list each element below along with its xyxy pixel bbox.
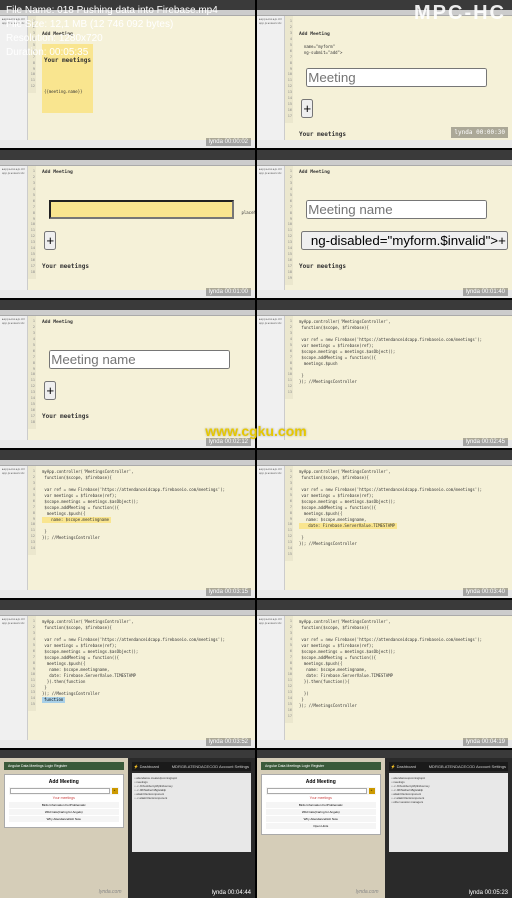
code-content: myApp.controller('MeetingsController', f… bbox=[289, 619, 508, 709]
code-content: Add Meeting ng-disabled="myform.$invalid… bbox=[289, 169, 508, 290]
file-tree[interactable]: ▸app ▸css ▸js ctrl app.js ▸views idx bbox=[0, 616, 28, 740]
timestamp-label: lynda 00:01:40 bbox=[463, 288, 508, 296]
file-info: File Name: 018 Pushing data into Firebas… bbox=[6, 4, 218, 60]
meeting-item: Why AttendanceDoIt Now bbox=[266, 816, 376, 822]
line-gutter: 1 2 3 4 5 6 7 8 9 10 11 12 13 14 15 16 1… bbox=[28, 166, 36, 279]
card-title: Add Meeting bbox=[266, 779, 376, 785]
editor-titlebar bbox=[257, 150, 512, 160]
dashboard-data-row: • other session managers bbox=[392, 800, 506, 804]
editor-titlebar bbox=[0, 600, 255, 610]
player-logo: MPC-HC bbox=[414, 2, 506, 25]
meeting-item: Birds Information ForProblematic bbox=[9, 802, 119, 808]
dashboard-header: ⚡ DashboardMDRGB.ATENDACECOD Account Set… bbox=[389, 762, 509, 771]
file-tree[interactable]: ▸app ▸css ▸js ctrl app.js ▸views idx bbox=[257, 466, 285, 590]
file-tree[interactable]: ▸app ▸css ▸js ctrl app.js ▸views idx bbox=[257, 616, 285, 740]
editor-titlebar bbox=[257, 300, 512, 310]
thumbnail-8[interactable]: ▸app ▸css ▸js ctrl app.js ▸views idx1 2 … bbox=[257, 450, 512, 598]
timestamp-label: lynda 00:04:44 bbox=[212, 890, 251, 896]
code-editor[interactable]: 1 2 3 4 5 6 7 8 9 10 11 12 13 14 15 myAp… bbox=[28, 616, 255, 740]
line-gutter: 1 2 3 4 5 6 7 8 9 10 11 12 13 14 15 16 1… bbox=[28, 316, 36, 429]
editor-titlebar bbox=[257, 450, 512, 460]
meeting-item: Birds Information ForProblematic bbox=[266, 802, 376, 808]
browser-titlebar bbox=[257, 750, 512, 758]
code-content: Add Meeting + Your meetings bbox=[32, 319, 251, 439]
meeting-item: Open Hints bbox=[266, 823, 376, 829]
file-tree[interactable]: ▸app ▸css ▸js ctrl app.js ▸views idx bbox=[0, 466, 28, 590]
editor-titlebar bbox=[0, 450, 255, 460]
thumbnail-6[interactable]: ▸app ▸css ▸js ctrl app.js ▸views idx1 2 … bbox=[257, 300, 512, 448]
file-tree[interactable]: ▸app ▸css ▸js ctrl app.js ▸views idx bbox=[0, 166, 28, 290]
thumbnail-10[interactable]: ▸app ▸css ▸js ctrl app.js ▸views idx1 2 … bbox=[257, 600, 512, 748]
code-content: myApp.controller('MeetingsController', f… bbox=[289, 469, 508, 547]
code-editor[interactable]: 1 2 3 4 5 6 7 8 9 10 11 12 13 14 15 16 1… bbox=[285, 166, 512, 290]
code-editor[interactable]: 1 2 3 4 5 6 7 8 9 10 11 12 13 14 15 myAp… bbox=[285, 466, 512, 590]
thumbnail-7[interactable]: ▸app ▸css ▸js ctrl app.js ▸views idx1 2 … bbox=[0, 450, 255, 598]
editor-titlebar bbox=[0, 150, 255, 160]
file-tree[interactable]: ▸app ▸css ▸js ctrl app.js ▸views idx bbox=[257, 166, 285, 290]
meeting-card: Add Meeting +Your meetings Birds Informati… bbox=[4, 774, 124, 828]
editor-titlebar bbox=[0, 300, 255, 310]
meeting-item: Wild Cats(Caring for Angels) bbox=[9, 809, 119, 815]
code-editor[interactable]: 1 2 3 4 5 6 7 8 9 10 11 12 13 14 15 16 1… bbox=[28, 316, 255, 440]
timestamp-label: lynda 00:04:19 bbox=[463, 738, 508, 746]
thumbnail-9[interactable]: ▸app ▸css ▸js ctrl app.js ▸views idx1 2 … bbox=[0, 600, 255, 748]
add-meeting-form[interactable]: + bbox=[266, 787, 376, 795]
timestamp-label: lynda 00:00:30 bbox=[451, 127, 508, 138]
card-subtitle: Your meetings bbox=[266, 796, 376, 800]
timestamp-label: lynda 00:03:15 bbox=[206, 588, 251, 596]
add-meeting-form[interactable]: + bbox=[9, 787, 119, 795]
code-editor[interactable]: 1 2 3 4 5 6 7 8 9 10 11 12 13 14 15 16 1… bbox=[28, 166, 255, 290]
thumbnail-5[interactable]: ▸app ▸css ▸js ctrl app.js ▸views idx1 2 … bbox=[0, 300, 255, 448]
thumbnail-4[interactable]: ▸app ▸css ▸js ctrl app.js ▸views idx1 2 … bbox=[257, 150, 512, 298]
code-editor[interactable]: 1 2 3 4 5 6 7 8 9 10 11 12 13 14 15 16 1… bbox=[285, 616, 512, 740]
file-tree[interactable]: ▸app ▸css ▸js ctrl app.js ▸views idx bbox=[257, 316, 285, 440]
thumbnail-11[interactable]: Angular Data Meetings Login Register Add … bbox=[0, 750, 255, 898]
timestamp-label: lynda 00:02:45 bbox=[463, 438, 508, 446]
dashboard-data[interactable]: • attendanceupcomingtopic• meetings• -c … bbox=[389, 773, 509, 852]
firebase-dashboard-pane: ⚡ DashboardMDRGB.ATENDACECOD Account Set… bbox=[128, 758, 256, 898]
line-gutter: 1 2 3 4 5 6 7 8 9 10 11 12 13 14 15 16 1… bbox=[285, 616, 293, 723]
video-info-header: File Name: 018 Pushing data into Firebas… bbox=[0, 0, 512, 60]
code-editor[interactable]: 1 2 3 4 5 6 7 8 9 10 11 12 13 14 myApp.c… bbox=[28, 466, 255, 590]
thumbnail-3[interactable]: ▸app ▸css ▸js ctrl app.js ▸views idx1 2 … bbox=[0, 150, 255, 298]
meeting-item: Wild Cats(Caring for Angels) bbox=[266, 809, 376, 815]
dashboard-header: ⚡ DashboardMDRGB.ATENDACECOD Account Set… bbox=[132, 762, 252, 771]
code-content: Add Meeting placeholder="Meeting name"> … bbox=[32, 169, 251, 290]
timestamp-label: lynda 00:02:12 bbox=[206, 438, 251, 446]
file-tree[interactable]: ▸app ▸css ▸js ctrl app.js ▸views idx bbox=[0, 316, 28, 440]
timestamp-label: lynda 00:00:02 bbox=[206, 138, 251, 146]
code-editor[interactable]: 1 2 3 4 5 6 7 8 9 10 11 12 13 myApp.cont… bbox=[285, 316, 512, 440]
line-gutter: 1 2 3 4 5 6 7 8 9 10 11 12 13 14 15 16 1… bbox=[285, 166, 293, 285]
app-preview-pane: Angular Data Meetings Login Register Add … bbox=[0, 758, 128, 898]
app-navbar[interactable]: Angular Data Meetings Login Register bbox=[261, 762, 381, 770]
lynda-logo: lynda.com bbox=[99, 889, 122, 895]
dashboard-data-row: • -c attainClientcomponent bbox=[135, 796, 249, 800]
line-gutter: 1 2 3 4 5 6 7 8 9 10 11 12 13 14 15 bbox=[285, 466, 293, 561]
timestamp-label: lynda 00:03:52 bbox=[206, 738, 251, 746]
card-title: Add Meeting bbox=[9, 779, 119, 785]
app-preview-pane: Angular Data Meetings Login Register Add … bbox=[257, 758, 385, 898]
meeting-card: Add Meeting +Your meetings Birds Informati… bbox=[261, 774, 381, 835]
browser-titlebar bbox=[0, 750, 255, 758]
editor-titlebar bbox=[257, 600, 512, 610]
lynda-logo: lynda.com bbox=[356, 889, 379, 895]
line-gutter: 1 2 3 4 5 6 7 8 9 10 11 12 13 14 15 bbox=[28, 616, 36, 711]
timestamp-label: lynda 00:01:00 bbox=[206, 288, 251, 296]
code-content: myApp.controller('MeetingsController', f… bbox=[32, 619, 251, 703]
app-navbar[interactable]: Angular Data Meetings Login Register bbox=[4, 762, 124, 770]
firebase-dashboard-pane: ⚡ DashboardMDRGB.ATENDACECOD Account Set… bbox=[385, 758, 512, 898]
timestamp-label: lynda 00:05:23 bbox=[469, 890, 508, 896]
dashboard-data[interactable]: • attendance.createUpcomingtopic• meetin… bbox=[132, 773, 252, 852]
code-content: myApp.controller('MeetingsController', f… bbox=[289, 319, 508, 385]
meeting-item: Why AttendanceDoIt Now bbox=[9, 816, 119, 822]
card-subtitle: Your meetings bbox=[9, 796, 119, 800]
timestamp-label: lynda 00:03:40 bbox=[463, 588, 508, 596]
thumbnail-grid: ▸app ▸css ▸js ctrl app.js ▸views idx1 2 … bbox=[0, 0, 512, 898]
line-gutter: 1 2 3 4 5 6 7 8 9 10 11 12 13 14 bbox=[28, 466, 36, 555]
code-content: myApp.controller('MeetingsController', f… bbox=[32, 469, 251, 541]
line-gutter: 1 2 3 4 5 6 7 8 9 10 11 12 13 bbox=[285, 316, 293, 399]
thumbnail-12[interactable]: Angular Data Meetings Login Register Add … bbox=[257, 750, 512, 898]
